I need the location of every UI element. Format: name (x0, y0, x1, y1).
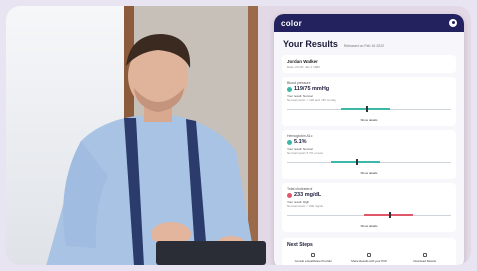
next-step-download[interactable]: Download Results (399, 253, 451, 263)
next-step-consult[interactable]: Consult a Healthcare Provider (287, 253, 339, 263)
result-normal-range: Normal result: 5.7% or less (287, 151, 324, 155)
range-marker (365, 106, 368, 112)
result-value: 119/75 mmHg (294, 86, 330, 92)
show-details-link[interactable]: Show details (287, 118, 451, 122)
range-bar (287, 212, 451, 222)
result-value: 5.1% (294, 139, 307, 145)
results-panel: color Your Results Released on Feb 16 20… (274, 14, 464, 265)
patient-name: Jordan Walker (287, 59, 318, 64)
next-step-label: Download Results (413, 259, 437, 263)
result-card: Hemoglobin A1c 5.1% Your result: Normal … (282, 130, 456, 179)
status-dot-icon (287, 86, 292, 92)
results-title-row: Your Results Released on Feb 16 2022 (274, 32, 464, 53)
result-value-row: 233 mg/dL (287, 192, 451, 198)
download-icon (422, 253, 427, 257)
range-marker (355, 159, 358, 165)
range-marker (388, 212, 391, 218)
share-icon (367, 253, 371, 257)
phone-icon (311, 253, 316, 257)
next-step-label: Consult a Healthcare Provider (294, 259, 332, 263)
range-bar (287, 106, 451, 116)
next-steps-title: Next Steps (287, 242, 313, 248)
result-value-row: 119/75 mmHg (287, 86, 451, 92)
result-card: Total cholesterol 233 mg/dL Your result:… (282, 183, 456, 232)
show-details-link[interactable]: Show details (287, 224, 451, 228)
account-icon[interactable] (449, 19, 457, 27)
result-card: Blood pressure 119/75 mmHg Your result: … (282, 77, 456, 126)
result-label: Total cholesterol (287, 187, 313, 191)
app-header: color (274, 14, 464, 32)
brand-logo[interactable]: color (281, 19, 302, 28)
man-with-tablet-illustration (46, 34, 266, 265)
released-date: Released on Feb 16 2022 (343, 44, 385, 48)
status-dot-icon (287, 192, 292, 198)
hero-image-frame: color Your Results Released on Feb 16 20… (6, 6, 471, 265)
result-normal-range: Normal result: < 120 and <80 mmHg (287, 98, 336, 102)
show-details-link[interactable]: Show details (287, 171, 451, 175)
result-label: Hemoglobin A1c (287, 134, 313, 138)
next-step-label: Share Results with your PCP (350, 259, 388, 263)
page-title: Your Results (283, 39, 338, 49)
status-dot-icon (287, 139, 292, 145)
range-bar (287, 159, 451, 169)
result-value-row: 5.1% (287, 139, 451, 145)
next-steps-row: Consult a Healthcare Provider Share Resu… (287, 253, 451, 263)
result-label: Blood pressure (287, 81, 311, 85)
next-step-share[interactable]: Share Results with your PCP (343, 253, 395, 263)
next-steps-card: Next Steps Consult a Healthcare Provider… (282, 238, 456, 265)
result-value: 233 mg/dL (294, 192, 322, 198)
result-normal-range: Normal result: < 200 mg/dL (287, 204, 324, 208)
patient-dob: Date of birth: Jan 1 1983 (287, 65, 320, 69)
patient-card: Jordan Walker Date of birth: Jan 1 1983 (282, 55, 456, 73)
